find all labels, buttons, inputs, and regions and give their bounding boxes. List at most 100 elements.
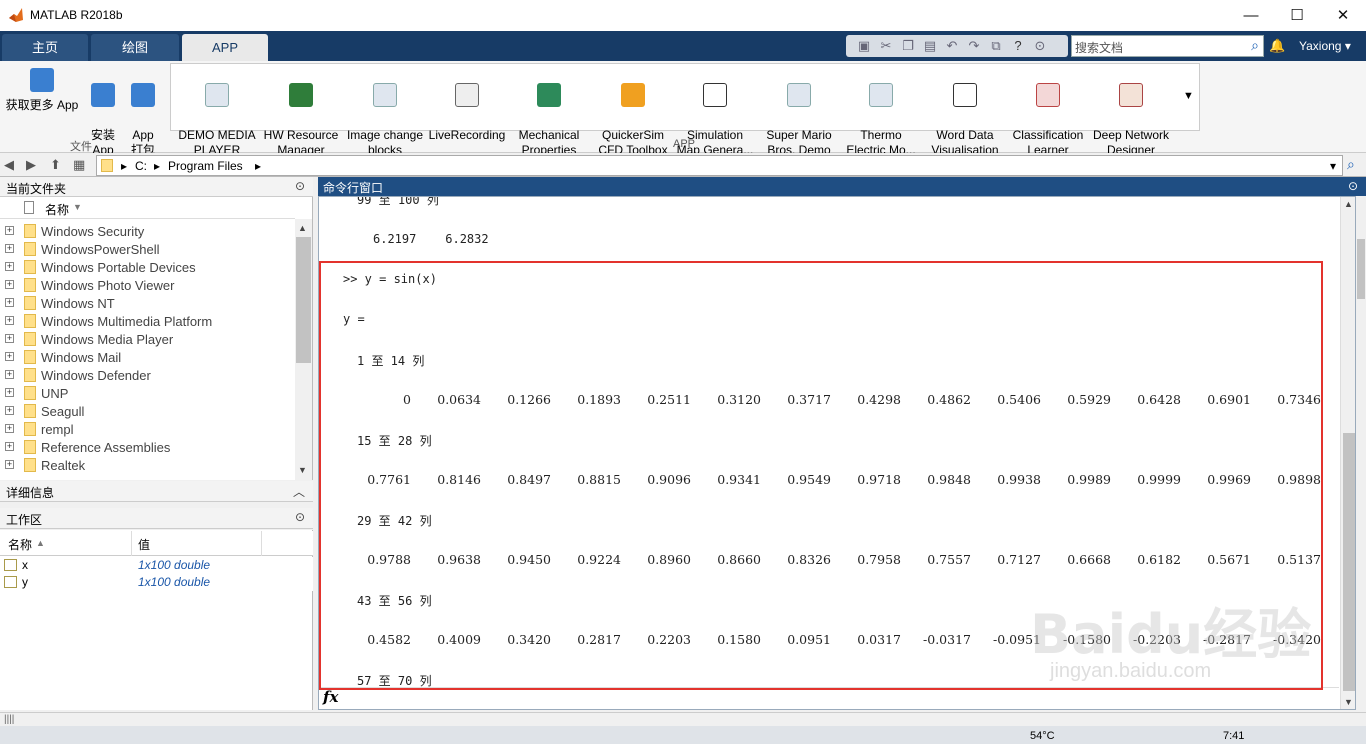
app-image-change-blocks[interactable]: Image change blocks	[344, 68, 426, 158]
scroll-up-icon[interactable]: ▲	[298, 223, 307, 233]
package-icon	[131, 83, 155, 107]
scroll-down-icon[interactable]: ▼	[1344, 697, 1353, 707]
expand-icon[interactable]: +	[5, 280, 14, 289]
folder-row[interactable]: + Windows Multimedia Platform	[0, 312, 295, 330]
path-drive[interactable]: C:	[135, 159, 147, 173]
help-icon[interactable]: ?	[1010, 38, 1026, 54]
path-folder[interactable]: Program Files	[168, 159, 243, 173]
tab-home[interactable]: 主页	[2, 34, 88, 61]
folder-row[interactable]: + Windows Photo Viewer	[0, 276, 295, 294]
workspace-row[interactable]: y 1x100 double	[0, 574, 313, 591]
search-folder-icon[interactable]: ⌕	[1347, 156, 1355, 173]
output-value: 0.7557	[927, 552, 971, 567]
expand-icon[interactable]: +	[5, 370, 14, 379]
folder-row[interactable]: + Windows Media Player	[0, 330, 295, 348]
expand-icon[interactable]: +	[5, 262, 14, 271]
expand-icon[interactable]: +	[5, 442, 14, 451]
expand-icon[interactable]: +	[5, 334, 14, 343]
minimize-button[interactable]: —	[1228, 0, 1274, 31]
dropdown-icon[interactable]: ⊙	[1032, 38, 1048, 54]
folder-scrollbar[interactable]: ▲ ▼	[295, 219, 312, 480]
folder-row[interactable]: + Windows Security	[0, 222, 295, 240]
command-prompt-row[interactable]: fx	[319, 687, 1339, 709]
folder-row[interactable]: + Reference Assemblies	[0, 438, 295, 456]
tab-plots[interactable]: 绘图	[91, 34, 179, 61]
ws-col-name[interactable]: 名称	[8, 536, 32, 553]
browse-folder-icon[interactable]: ▦	[73, 157, 85, 173]
folder-row[interactable]: + Realtek	[0, 456, 295, 474]
app-thermo-electric[interactable]: Thermo Electric Mo...	[840, 68, 922, 158]
search-docs-input[interactable]: 搜索文档 ⌕	[1071, 35, 1264, 57]
app-deep-network-designer[interactable]: Deep Network Designer	[1090, 68, 1172, 158]
app-liverecording[interactable]: LiveRecording	[426, 68, 508, 143]
copy-icon[interactable]: ❐	[900, 38, 916, 54]
folder-name: Reference Assemblies	[41, 440, 171, 455]
folder-row[interactable]: + Windows Defender	[0, 366, 295, 384]
paste-icon[interactable]: ▤	[922, 38, 938, 54]
folder-row[interactable]: + Windows Mail	[0, 348, 295, 366]
command-scrollbar[interactable]: ▲ ▼	[1340, 197, 1355, 709]
fx-icon[interactable]: fx	[323, 688, 338, 706]
maximize-button[interactable]: ☐	[1274, 0, 1320, 31]
app-word-data-visualisation[interactable]: Word Data Visualisation	[924, 68, 1006, 158]
outer-scrollbar[interactable]	[1356, 237, 1366, 712]
back-icon[interactable]: ◀	[4, 157, 14, 173]
ws-col-value[interactable]: 值	[138, 536, 150, 553]
path-dropdown-icon[interactable]: ▾	[1330, 159, 1336, 173]
app-hw-resource-manager[interactable]: HW Resource Manager	[260, 68, 342, 158]
column-name[interactable]: 名称	[45, 201, 69, 218]
expand-icon[interactable]: +	[5, 424, 14, 433]
scroll-thumb[interactable]	[296, 237, 311, 363]
expand-gallery-icon[interactable]: ▼	[1183, 90, 1194, 102]
up-folder-icon[interactable]: ⬆	[50, 157, 61, 173]
forward-icon[interactable]: ▶	[26, 157, 36, 173]
folder-row[interactable]: + Windows NT	[0, 294, 295, 312]
app-mechanical-properties[interactable]: Mechanical Properties	[508, 68, 590, 158]
panel-menu-icon[interactable]: ⊙	[295, 510, 305, 524]
panel-menu-icon[interactable]: ⊙	[1348, 179, 1358, 193]
file-group-label: 文件	[70, 141, 92, 153]
expand-icon[interactable]: +	[5, 352, 14, 361]
undo-icon[interactable]: ↶	[944, 38, 960, 54]
panel-menu-icon[interactable]: ⊙	[295, 179, 305, 193]
tab-apps[interactable]: APP	[182, 34, 268, 61]
user-account[interactable]: Yaxiong ▾	[1299, 39, 1351, 53]
output-value: 0.8326	[787, 552, 831, 567]
app-super-mario[interactable]: Super Mario Bros. Demo	[758, 68, 840, 158]
app-quickersim[interactable]: QuickerSim CFD Toolbox	[592, 68, 674, 158]
scroll-thumb[interactable]	[1357, 239, 1365, 299]
folder-row[interactable]: + WindowsPowerShell	[0, 240, 295, 258]
expand-icon[interactable]: +	[5, 406, 14, 415]
bell-icon[interactable]: 🔔	[1269, 38, 1285, 54]
expand-icon[interactable]: +	[5, 388, 14, 397]
expand-icon[interactable]: +	[5, 316, 14, 325]
folder-row[interactable]: + UNP	[0, 384, 295, 402]
folder-name: Windows Multimedia Platform	[41, 314, 213, 329]
collapse-icon[interactable]: ︿	[293, 483, 305, 500]
expand-icon[interactable]: +	[5, 226, 14, 235]
app-classification-learner[interactable]: Classification Learner	[1006, 68, 1090, 158]
folder-row[interactable]: + Windows Portable Devices	[0, 258, 295, 276]
app-demo-media-player[interactable]: DEMO MEDIA PLAYER	[176, 68, 258, 158]
workspace-row[interactable]: x 1x100 double	[0, 557, 313, 574]
quickersim-icon	[621, 83, 645, 107]
cut-icon[interactable]: ✂	[878, 38, 894, 54]
output-value: 0.8660	[717, 552, 761, 567]
details-header[interactable]: 详细信息 ︿	[0, 481, 313, 502]
expand-icon[interactable]: +	[5, 244, 14, 253]
folder-row[interactable]: + Seagull	[0, 402, 295, 420]
switch-windows-icon[interactable]: ⧉	[988, 38, 1004, 54]
search-icon[interactable]: ⌕	[1251, 37, 1259, 54]
redo-icon[interactable]: ↷	[966, 38, 982, 54]
package-app-button[interactable]: App 打包	[124, 68, 162, 158]
folder-row[interactable]: + rempl	[0, 420, 295, 438]
scroll-down-icon[interactable]: ▼	[298, 465, 307, 475]
save-icon[interactable]: ▣	[856, 38, 872, 54]
scroll-up-icon[interactable]: ▲	[1344, 199, 1353, 209]
scroll-thumb[interactable]	[1343, 433, 1355, 691]
get-more-apps-button[interactable]: 获取更多 App	[4, 68, 80, 113]
expand-icon[interactable]: +	[5, 298, 14, 307]
path-field[interactable]: ▸ C: ▸ Program Files ▸ ▾	[96, 155, 1343, 176]
expand-icon[interactable]: +	[5, 460, 14, 469]
close-button[interactable]: ✕	[1320, 0, 1366, 31]
